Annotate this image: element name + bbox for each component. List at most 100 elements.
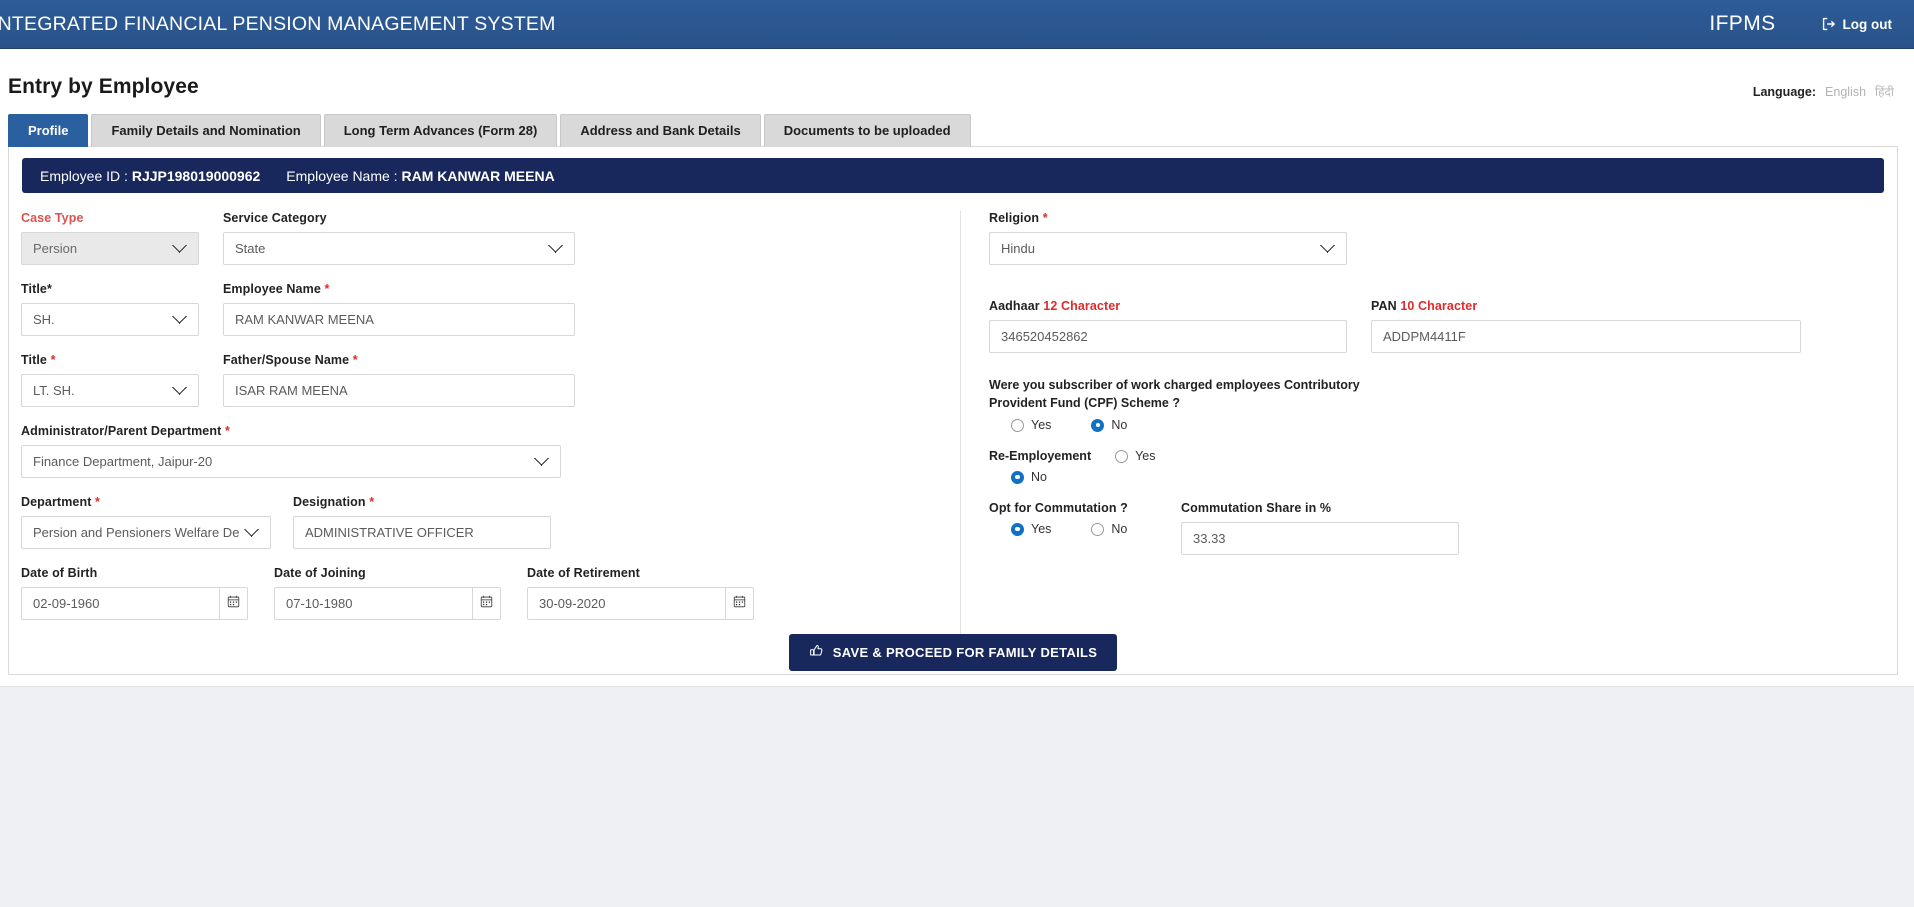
date-of-retirement-input[interactable] — [527, 587, 725, 620]
field-opt-commutation: Opt for Commutation ? Yes No — [989, 501, 1181, 555]
date-of-joining-calendar-button[interactable] — [471, 587, 501, 620]
field-cpf-subscriber: Were you subscriber of work charged empl… — [989, 376, 1885, 432]
date-of-joining-input[interactable] — [274, 587, 472, 620]
calendar-icon — [227, 595, 240, 613]
required-mark: * — [50, 353, 56, 367]
row-religion: Religion * Hindu — [989, 211, 1885, 282]
cpf-yes-label: Yes — [1031, 418, 1052, 432]
designation-input[interactable] — [293, 516, 551, 549]
row-commutation: Opt for Commutation ? Yes No Commutation… — [989, 501, 1885, 572]
field-service-category: Service Category State — [223, 211, 575, 265]
re-employment-no-label: No — [1031, 470, 1047, 484]
row-aadhaar-pan: Aadhaar 12 Character PAN 10 Character — [989, 299, 1885, 370]
religion-select[interactable]: Hindu — [989, 232, 1347, 265]
page-title: Entry by Employee — [8, 75, 199, 98]
aadhaar-label: Aadhaar 12 Character — [989, 299, 1121, 313]
case-type-select[interactable]: Persion — [21, 232, 199, 265]
re-employment-no-option: No — [989, 470, 1885, 484]
employee-name-field-label: Employee Name * — [223, 282, 330, 296]
pan-hint: 10 Character — [1400, 299, 1478, 313]
employee-name-group: Employee Name : RAM KANWAR MEENA — [286, 168, 554, 184]
page-header: Entry by Employee Language: English हिंद… — [0, 49, 1914, 99]
commutation-no-radio[interactable] — [1091, 522, 1105, 536]
tab-long-term-advances[interactable]: Long Term Advances (Form 28) — [323, 114, 558, 147]
tab-address-bank-details[interactable]: Address and Bank Details — [560, 114, 761, 147]
language-switcher: Language: English हिंदी — [1753, 83, 1894, 100]
field-date-of-retirement: Date of Retirement — [527, 566, 754, 620]
tab-family-details[interactable]: Family Details and Nomination — [91, 114, 321, 147]
language-option-hindi[interactable]: हिंदी — [1875, 83, 1894, 100]
required-mark: * — [224, 424, 230, 438]
date-of-birth-input[interactable] — [21, 587, 219, 620]
commutation-radio-group: Yes No — [989, 522, 1181, 536]
language-option-english[interactable]: English — [1825, 85, 1866, 99]
required-mark: * — [95, 495, 101, 509]
employee-banner: Employee ID : RJJP198019000962 Employee … — [22, 158, 1884, 193]
parent-department-label: Administrator/Parent Department * — [21, 424, 230, 438]
app-title: INTEGRATED FINANCIAL PENSION MANAGEMENT … — [0, 12, 556, 35]
designation-label: Designation * — [293, 495, 375, 509]
form-actions: SAVE & PROCEED FOR FAMILY DETAILS — [9, 634, 1897, 671]
row-dates: Date of Birth 02-09-1960 Date of Joining… — [21, 566, 950, 637]
language-label: Language: — [1752, 85, 1817, 99]
date-of-retirement-label: Date of Retirement — [527, 566, 640, 580]
aadhaar-input[interactable] — [989, 320, 1347, 353]
logout-button[interactable]: Log out — [1822, 17, 1892, 32]
date-of-joining-label: Date of Joining — [274, 566, 366, 580]
department-label: Department * — [21, 495, 101, 509]
field-pan: PAN 10 Character — [1371, 299, 1801, 353]
cpf-yes-radio[interactable] — [1011, 418, 1024, 432]
required-mark: * — [369, 495, 375, 509]
tab-documents-upload[interactable]: Documents to be uploaded — [763, 114, 971, 147]
service-category-select[interactable]: State — [223, 232, 575, 265]
form-left-column: Case Type Persion Service Category State… — [21, 211, 961, 637]
field-case-type: Case Type Persion — [21, 211, 199, 265]
parent-department-select[interactable]: Finance Department, Jaipur-20 — [21, 445, 561, 478]
profile-form: Case Type Persion Service Category State… — [9, 211, 1897, 637]
field-father-spouse-name: Father/Spouse Name * — [223, 353, 575, 407]
commutation-share-input[interactable] — [1181, 522, 1459, 555]
required-mark: * — [324, 282, 330, 296]
service-category-label: Service Category — [223, 211, 327, 225]
cpf-radio-group: Yes No — [989, 418, 1885, 432]
employee-id-group: Employee ID : RJJP198019000962 — [40, 168, 260, 184]
opt-commutation-label: Opt for Commutation ? — [989, 501, 1128, 515]
cpf-no-radio[interactable] — [1091, 418, 1105, 432]
re-employment-yes-radio[interactable] — [1115, 449, 1129, 463]
required-mark: * — [1042, 211, 1048, 225]
date-of-retirement-group — [527, 587, 754, 620]
department-select[interactable]: Persion and Pensioners Welfare Depart — [21, 516, 271, 549]
field-re-employment: Re-Employement Yes No — [989, 449, 1885, 484]
date-of-birth-calendar-button[interactable] — [218, 587, 248, 620]
row-department-designation: Department * Persion and Pensioners Welf… — [21, 495, 950, 566]
pan-input[interactable] — [1371, 320, 1801, 353]
employee-name-value: RAM KANWAR MEENA — [401, 167, 555, 184]
re-employment-no-radio[interactable] — [1011, 470, 1024, 484]
tab-bar: Profile Family Details and Nomination Lo… — [8, 114, 971, 147]
page-footer — [0, 686, 1914, 907]
tab-profile[interactable]: Profile — [8, 114, 89, 147]
field-commutation-share: Commutation Share in % — [1181, 501, 1459, 555]
brand-logo: IFPMS — [1709, 12, 1776, 35]
father-spouse-input[interactable] — [223, 374, 575, 407]
field-employee-name: Employee Name * — [223, 282, 575, 336]
field-date-of-joining: Date of Joining — [274, 566, 501, 620]
navbar-right-group: IFPMS Log out — [1709, 12, 1914, 36]
field-aadhaar: Aadhaar 12 Character — [989, 299, 1347, 353]
re-employment-label: Re-Employement — [989, 449, 1092, 463]
commutation-no-label: No — [1111, 522, 1128, 536]
commutation-yes-radio[interactable] — [1011, 522, 1024, 536]
date-of-retirement-calendar-button[interactable] — [724, 587, 754, 620]
father-spouse-label: Father/Spouse Name * — [223, 353, 358, 367]
title-2-select[interactable]: LT. SH. — [21, 374, 199, 407]
save-and-proceed-button[interactable]: SAVE & PROCEED FOR FAMILY DETAILS — [788, 634, 1118, 671]
required-mark: * — [352, 353, 358, 367]
row-case-type: Case Type Persion Service Category State — [21, 211, 950, 282]
case-type-label: Case Type — [21, 211, 84, 225]
employee-name-input[interactable] — [223, 303, 575, 336]
date-of-birth-label: Date of Birth — [21, 566, 98, 580]
top-navbar: INTEGRATED FINANCIAL PENSION MANAGEMENT … — [0, 0, 1914, 49]
aadhaar-hint: 12 Character — [1043, 299, 1121, 313]
title-1-select[interactable]: SH. — [21, 303, 199, 336]
field-religion: Religion * Hindu — [989, 211, 1347, 265]
